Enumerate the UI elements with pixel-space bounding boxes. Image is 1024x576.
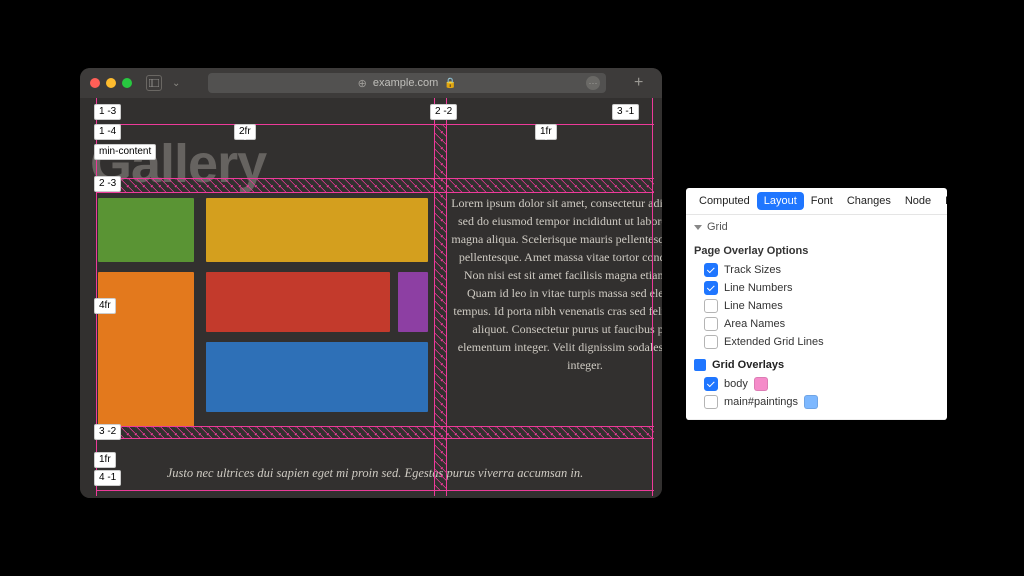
painting-block [206, 342, 428, 412]
grid-badge-col-size-2: 1fr [535, 124, 557, 140]
devtools-tabs: Computed Layout Font Changes Node Layers [686, 188, 947, 215]
paintings-grid [98, 198, 428, 428]
window-controls [90, 78, 132, 88]
lock-icon: 🔒 [444, 78, 456, 89]
overlay-label: main#paintings [724, 396, 798, 408]
option-track-sizes[interactable]: Track Sizes [694, 261, 939, 279]
devtools-panel: Computed Layout Font Changes Node Layers… [686, 188, 947, 420]
grid-overlays-icon [694, 359, 706, 371]
chevron-down-icon[interactable]: ⌄ [172, 78, 180, 89]
safari-titlebar: ⌄ ⊕ example.com 🔒 ⋯ + [80, 68, 662, 98]
grid-section: Grid Page Overlay Options Track Sizes Li… [686, 215, 947, 420]
option-label: Line Names [724, 300, 783, 312]
tab-node[interactable]: Node [898, 192, 938, 210]
grid-section-header[interactable]: Grid [686, 215, 947, 239]
reader-mode-icon[interactable]: ⋯ [586, 76, 600, 90]
grid-line-horizontal [96, 192, 654, 193]
grid-section-title: Grid [707, 221, 728, 233]
sidebar-toggle-icon[interactable] [146, 75, 162, 91]
option-label: Line Numbers [724, 282, 792, 294]
option-label: Track Sizes [724, 264, 781, 276]
grid-badge-row-line-4: 4 -1 [94, 470, 121, 486]
checkbox-icon [704, 299, 718, 313]
option-area-names[interactable]: Area Names [694, 315, 939, 333]
body-text: Lorem ipsum dolor sit amet, consectetur … [450, 194, 662, 374]
page-overlay-options-heading: Page Overlay Options [694, 245, 939, 257]
checkbox-icon [704, 395, 718, 409]
grid-badge-row-line-1: 1 -4 [94, 124, 121, 140]
painting-block [98, 198, 194, 262]
painting-block [206, 198, 428, 262]
tab-font[interactable]: Font [804, 192, 840, 210]
fullscreen-window-button[interactable] [122, 78, 132, 88]
option-label: Extended Grid Lines [724, 336, 824, 348]
checkbox-icon [704, 263, 718, 277]
minimize-window-button[interactable] [106, 78, 116, 88]
grid-gap-hatch [434, 124, 446, 490]
option-label: Area Names [724, 318, 785, 330]
safari-window: ⌄ ⊕ example.com 🔒 ⋯ + Gallery Lorem ipsu… [80, 68, 662, 498]
url-host: example.com [373, 77, 438, 89]
painting-block [206, 272, 390, 332]
overlay-main-paintings[interactable]: main#paintings [694, 393, 939, 411]
option-extended-grid-lines[interactable]: Extended Grid Lines [694, 333, 939, 351]
overlay-body[interactable]: body [694, 375, 939, 393]
overlay-label: body [724, 378, 748, 390]
tab-computed[interactable]: Computed [692, 192, 757, 210]
grid-line-horizontal [96, 490, 654, 491]
grid-badge-row-size-1: min-content [94, 144, 156, 160]
close-window-button[interactable] [90, 78, 100, 88]
grid-badge-col-line-2: 2 -2 [430, 104, 457, 120]
option-line-numbers[interactable]: Line Numbers [694, 279, 939, 297]
grid-gap-hatch [96, 426, 654, 438]
color-swatch[interactable] [804, 395, 818, 409]
tab-changes[interactable]: Changes [840, 192, 898, 210]
grid-badge-row-line-3: 3 -2 [94, 424, 121, 440]
grid-badge-row-line-2: 2 -3 [94, 176, 121, 192]
grid-line-horizontal [96, 438, 654, 439]
url-bar[interactable]: ⊕ example.com 🔒 ⋯ [208, 73, 606, 93]
color-swatch[interactable] [754, 377, 768, 391]
checkbox-icon [704, 377, 718, 391]
grid-badge-col-size-1: 2fr [234, 124, 256, 140]
tab-layers[interactable]: Layers [938, 192, 947, 210]
grid-badge-row-size-3: 1fr [94, 452, 116, 468]
grid-badge-col-line-1: 1 -3 [94, 104, 121, 120]
painting-block [398, 272, 428, 332]
grid-line-horizontal [96, 124, 654, 125]
checkbox-icon [704, 335, 718, 349]
tab-layout[interactable]: Layout [757, 192, 804, 210]
grid-badge-row-size-2: 4fr [94, 298, 116, 314]
safari-viewport: Gallery Lorem ipsum dolor sit amet, cons… [80, 98, 662, 498]
site-settings-icon: ⊕ [358, 77, 367, 90]
disclosure-triangle-icon [694, 225, 702, 230]
footer-text: Justo nec ultrices dui sapien eget mi pr… [130, 466, 620, 481]
grid-gap-hatch [96, 178, 654, 192]
new-tab-button[interactable]: + [634, 74, 650, 92]
grid-badge-col-line-3: 3 -1 [612, 104, 639, 120]
painting-block [98, 272, 194, 427]
checkbox-icon [704, 281, 718, 295]
checkbox-icon [704, 317, 718, 331]
option-line-names[interactable]: Line Names [694, 297, 939, 315]
grid-overlays-heading: Grid Overlays [694, 359, 939, 371]
